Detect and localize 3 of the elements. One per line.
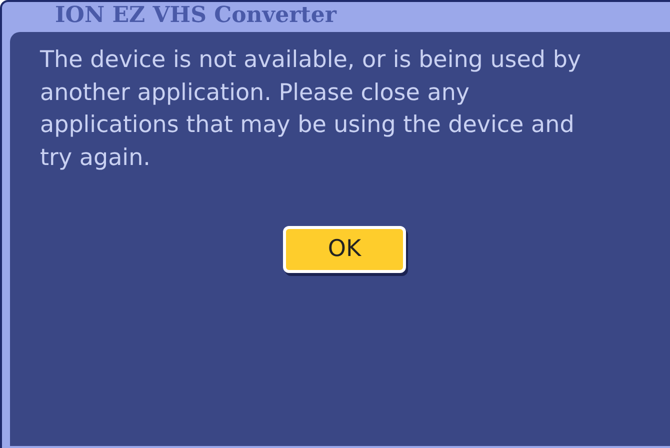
- ok-button[interactable]: OK: [283, 226, 406, 273]
- error-message: The device is not available, or is being used by another application. Please close any applications that may be using the device and try again.: [40, 46, 582, 172]
- window-title: ION EZ VHS Converter: [54, 2, 338, 30]
